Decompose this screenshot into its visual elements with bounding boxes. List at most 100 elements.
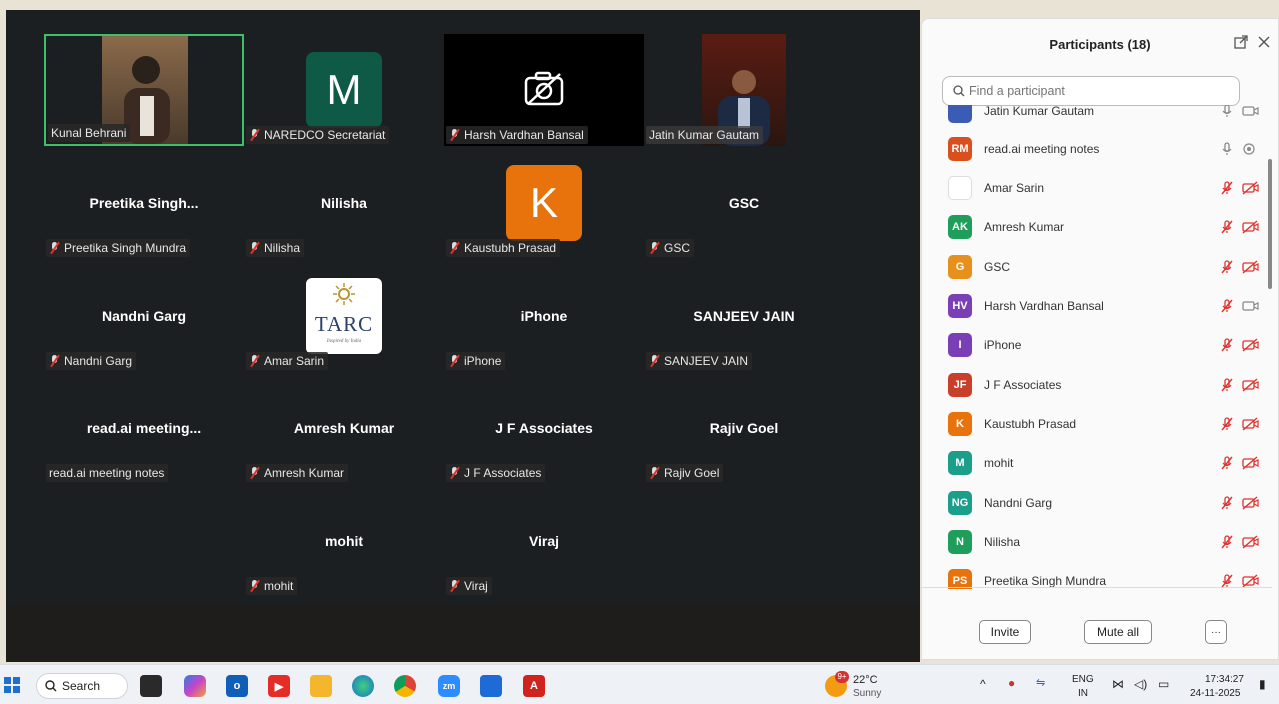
tile-nandni-garg[interactable]: Nandni Garg Nandni Garg (44, 260, 244, 372)
divider (922, 587, 1272, 588)
task-view-icon[interactable] (140, 675, 162, 697)
language-code[interactable]: ENG (1072, 674, 1094, 685)
battery-icon[interactable]: ▭ (1158, 677, 1169, 691)
participant-row[interactable]: PS Preetika Singh Mundra (922, 561, 1272, 589)
tile-amresh-kumar[interactable]: Amresh Kumar Amresh Kumar (244, 372, 444, 484)
tile-rajiv-goel[interactable]: Rajiv Goel Rajiv Goel (644, 372, 844, 484)
participant-row[interactable]: AK Amresh Kumar (922, 207, 1272, 246)
participant-row[interactable]: RM read.ai meeting notes (922, 129, 1272, 168)
participant-row[interactable]: NG Nandni Garg (922, 483, 1272, 522)
camera-off-icon[interactable] (1242, 219, 1260, 234)
participant-name-tag: Jatin Kumar Gautam (646, 126, 764, 144)
zoom-icon[interactable]: zm (438, 675, 460, 697)
tile-nilisha[interactable]: Nilisha Nilisha (244, 147, 444, 259)
security-icon[interactable]: ● (1008, 676, 1015, 690)
notification-icon[interactable]: ▮ (1259, 677, 1266, 691)
mic-icon[interactable] (1220, 141, 1234, 156)
camera-off-icon[interactable] (1242, 259, 1260, 274)
camera-off-icon[interactable] (1242, 573, 1260, 588)
mic-muted-icon[interactable] (1220, 534, 1234, 549)
mic-muted-icon[interactable] (1220, 416, 1234, 431)
participant-row[interactable]: K Kaustubh Prasad (922, 404, 1272, 443)
camera-off-icon[interactable] (1242, 495, 1260, 510)
participant-name: Jatin Kumar Gautam (984, 105, 1095, 118)
participant-name: Harsh Vardhan Bansal (984, 298, 1104, 313)
wifi-icon[interactable]: ⋈ (1112, 677, 1124, 691)
list-scrollbar[interactable] (1268, 159, 1272, 289)
camera-off-icon[interactable] (1242, 416, 1260, 431)
mic-muted-icon[interactable] (1220, 495, 1234, 510)
mic-muted-icon[interactable] (1220, 180, 1234, 195)
gallery-bottom-area (6, 605, 920, 662)
mic-muted-icon[interactable] (1220, 455, 1234, 470)
pop-out-icon[interactable] (1234, 35, 1248, 52)
edge-icon[interactable] (352, 675, 374, 697)
camera-off-icon[interactable] (1242, 455, 1260, 470)
mic-muted-icon (449, 467, 460, 479)
clock-time[interactable]: 17:34:27 (1205, 674, 1244, 685)
search-icon (45, 680, 57, 692)
camera-off-icon[interactable] (1242, 534, 1260, 549)
participant-row[interactable]: HV Harsh Vardhan Bansal (922, 286, 1272, 325)
mic-muted-icon[interactable] (1220, 377, 1234, 392)
copilot-icon[interactable] (184, 675, 206, 697)
participant-row[interactable]: Jatin Kumar Gautam (922, 105, 1272, 130)
volume-icon[interactable]: ◁) (1134, 677, 1147, 691)
file-explorer-icon[interactable] (310, 675, 332, 697)
tile-harsh-vardhan-bansal[interactable]: Harsh Vardhan Bansal (444, 34, 644, 146)
chrome-icon[interactable] (394, 675, 416, 697)
camera-off-icon[interactable] (1242, 377, 1260, 392)
language-region[interactable]: IN (1078, 688, 1088, 699)
mic-icon[interactable] (1220, 105, 1234, 118)
taskbar-search[interactable]: Search (36, 673, 128, 699)
mic-muted-icon[interactable] (1220, 259, 1234, 274)
clock-date[interactable]: 24-11-2025 (1190, 688, 1240, 699)
mic-muted-icon[interactable] (1220, 573, 1234, 588)
participant-row[interactable]: IiPhone (922, 325, 1272, 364)
tile-amar-sarin[interactable]: TARC Inspired by India Amar Sarin (244, 260, 444, 372)
outlook-icon[interactable]: o (226, 675, 248, 697)
search-input[interactable] (969, 84, 1229, 98)
mute-all-button[interactable]: Mute all (1084, 620, 1152, 644)
camera-off-icon[interactable] (1242, 180, 1260, 195)
participant-avatar: AK (948, 214, 972, 239)
tile-kaustubh-prasad[interactable]: K Kaustubh Prasad (444, 147, 644, 259)
tile-sanjeev-jain[interactable]: SANJEEV JAIN SANJEEV JAIN (644, 260, 844, 372)
tile-viraj[interactable]: Viraj Viraj (444, 485, 644, 597)
search-icon (953, 85, 965, 97)
tile-iphone[interactable]: iPhone iPhone (444, 260, 644, 372)
participant-row[interactable]: Mmohit (922, 443, 1272, 482)
tile-read-ai-meeting-notes[interactable]: read.ai meeting... read.ai meeting notes (44, 372, 244, 484)
logo-text: TARC (314, 312, 374, 336)
camera-icon[interactable] (1242, 299, 1260, 313)
mic-muted-icon[interactable] (1220, 337, 1234, 352)
camera-icon[interactable] (1242, 105, 1260, 118)
invite-button[interactable]: Invite (979, 620, 1031, 644)
youtube-icon[interactable]: ▶ (268, 675, 290, 697)
close-icon[interactable] (1258, 35, 1270, 51)
tile-jatin-kumar-gautam[interactable]: Jatin Kumar Gautam (644, 34, 844, 146)
record-icon[interactable] (1242, 142, 1260, 156)
participant-avatar: NG (948, 490, 972, 515)
store-icon[interactable] (480, 675, 502, 697)
participant-row[interactable]: G GSC (922, 247, 1272, 286)
more-options-button[interactable]: ··· (1205, 620, 1227, 644)
participant-name: Amresh Kumar (984, 219, 1065, 234)
mic-muted-icon[interactable] (1220, 219, 1234, 234)
participant-row[interactable]: Amar Sarin (922, 168, 1272, 207)
tile-mohit[interactable]: mohit mohit (244, 485, 444, 597)
tile-kunal-behrani[interactable]: Kunal Behrani (44, 34, 244, 146)
network-app-icon[interactable]: ⇋ (1036, 676, 1045, 689)
participant-search[interactable] (942, 76, 1240, 106)
tile-gsc[interactable]: GSC GSC (644, 147, 844, 259)
camera-off-icon[interactable] (1242, 337, 1260, 352)
participant-row[interactable]: N Nilisha (922, 522, 1272, 561)
chevron-up-icon[interactable]: ^ (980, 677, 986, 691)
mic-muted-icon[interactable] (1220, 298, 1234, 313)
tile-preetika-singh-mundra[interactable]: Preetika Singh... Preetika Singh Mundra (44, 147, 244, 259)
windows-start-icon[interactable] (4, 677, 20, 693)
acrobat-icon[interactable]: A (523, 675, 545, 697)
tile-naredco-secretariat[interactable]: M NAREDCO Secretariat (244, 34, 444, 146)
tile-jf-associates[interactable]: J F Associates J F Associates (444, 372, 644, 484)
participant-row[interactable]: JF J F Associates (922, 365, 1272, 404)
